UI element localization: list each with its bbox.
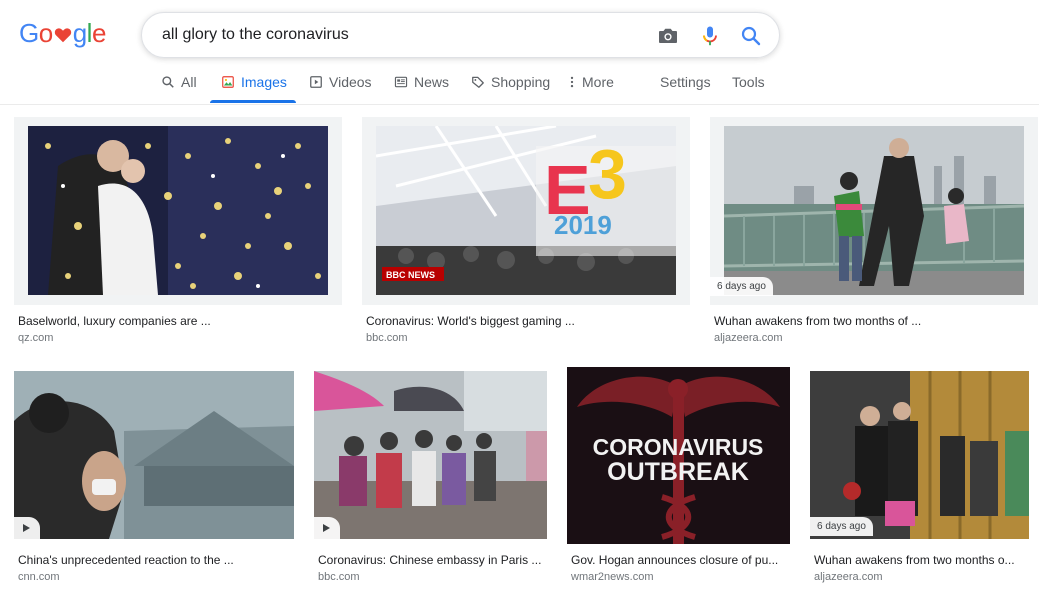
settings-label: Settings [660, 74, 711, 90]
tab-label: More [582, 74, 614, 90]
result-source: cnn.com [18, 571, 60, 583]
thumbnail-frame [14, 371, 294, 539]
tools-label: Tools [732, 74, 765, 90]
image-result[interactable]: Coronavirus: Chinese embassy in Paris ..… [314, 371, 547, 585]
result-caption[interactable]: Coronavirus: World's biggest gaming ... [366, 314, 686, 328]
thumbnail-frame: 6 days ago [810, 371, 1029, 539]
result-thumbnail: E 3 2019 BBC NEWS [376, 126, 676, 295]
news-icon [394, 76, 408, 88]
result-caption[interactable]: Coronavirus: Chinese embassy in Paris ..… [318, 553, 547, 567]
result-thumbnail: CORONAVIRUS OUTBREAK [567, 367, 790, 544]
thumbnail-frame: CORONAVIRUS OUTBREAK [567, 367, 790, 544]
result-caption[interactable]: Gov. Hogan announces closure of pu... [571, 553, 786, 567]
tag-icon [472, 76, 484, 88]
age-badge: 6 days ago [710, 277, 773, 296]
search-box[interactable]: all glory to the coronavirus [141, 12, 780, 58]
header-divider [0, 104, 1039, 105]
tab-news[interactable]: News [394, 72, 449, 92]
three-digit: 3 [588, 135, 627, 213]
result-source: aljazeera.com [814, 571, 883, 583]
tab-label: Shopping [491, 74, 551, 90]
tab-label: News [414, 74, 450, 90]
thumbnail-frame [14, 117, 342, 305]
coronavirus-text: CORONAVIRUS [593, 434, 764, 460]
result-thumbnail [810, 371, 1029, 539]
result-thumbnail [28, 126, 328, 295]
image-result[interactable]: 6 days ago Wuhan awakens from two months… [710, 117, 1038, 347]
more-vert-icon [570, 76, 574, 88]
age-badge: 6 days ago [810, 517, 873, 536]
google-logo[interactable]: Go gle [19, 18, 106, 49]
tab-more[interactable]: More [568, 72, 614, 92]
video-play-icon [314, 517, 340, 539]
logo-letter: e [91, 18, 106, 48]
image-result[interactable]: China's unprecedented reaction to the ..… [14, 371, 294, 585]
microphone-icon[interactable] [698, 24, 722, 48]
result-thumbnail [14, 371, 294, 539]
thumbnail-frame [314, 371, 547, 539]
tab-images[interactable]: Images [221, 72, 287, 92]
camera-icon[interactable] [656, 24, 680, 48]
image-result[interactable]: Baselworld, luxury companies are ... qz.… [14, 117, 342, 347]
thumbnail-frame: 6 days ago [710, 117, 1038, 305]
result-caption[interactable]: Wuhan awakens from two months of ... [714, 314, 1034, 328]
heart-icon [54, 28, 71, 43]
image-result[interactable]: E 3 2019 BBC NEWS Coronavirus: World's b… [362, 117, 690, 347]
result-thumbnail [724, 126, 1024, 295]
logo-letter: o [38, 18, 53, 48]
image-result[interactable]: 6 days ago Wuhan awakens from two months… [810, 371, 1029, 585]
result-caption[interactable]: China's unprecedented reaction to the ..… [18, 553, 290, 567]
logo-letter: g [72, 18, 87, 48]
result-source: bbc.com [318, 571, 360, 583]
tab-label: Images [241, 74, 287, 90]
thumbnail-frame: E 3 2019 BBC NEWS [362, 117, 690, 305]
search-icon [162, 76, 174, 88]
video-play-icon [14, 517, 40, 539]
result-thumbnail [314, 371, 547, 539]
result-source: bbc.com [366, 332, 408, 344]
bbc-news-logo: BBC NEWS [386, 270, 435, 280]
tab-videos[interactable]: Videos [309, 72, 372, 92]
year-text: 2019 [554, 210, 612, 240]
result-source: qz.com [18, 332, 54, 344]
tab-all[interactable]: All [161, 72, 197, 92]
tools-link[interactable]: Tools [732, 72, 765, 92]
search-tabs: All Images Videos News Shopping More Set… [0, 66, 1039, 104]
tab-shopping[interactable]: Shopping [471, 72, 550, 92]
logo-letter: G [19, 18, 39, 48]
image-result[interactable]: CORONAVIRUS OUTBREAK Gov. Hogan announce… [567, 367, 790, 585]
result-source: aljazeera.com [714, 332, 783, 344]
result-source: wmar2news.com [571, 571, 654, 583]
play-icon [310, 76, 322, 88]
outbreak-text: OUTBREAK [607, 458, 749, 486]
tab-label: All [181, 74, 197, 90]
active-tab-indicator [210, 100, 296, 103]
search-icon[interactable] [739, 24, 763, 48]
result-caption[interactable]: Baselworld, luxury companies are ... [18, 314, 338, 328]
search-input[interactable]: all glory to the coronavirus [162, 26, 349, 44]
tab-label: Videos [329, 74, 372, 90]
image-icon [222, 76, 234, 88]
result-caption[interactable]: Wuhan awakens from two months o... [814, 553, 1029, 567]
settings-link[interactable]: Settings [660, 72, 711, 92]
